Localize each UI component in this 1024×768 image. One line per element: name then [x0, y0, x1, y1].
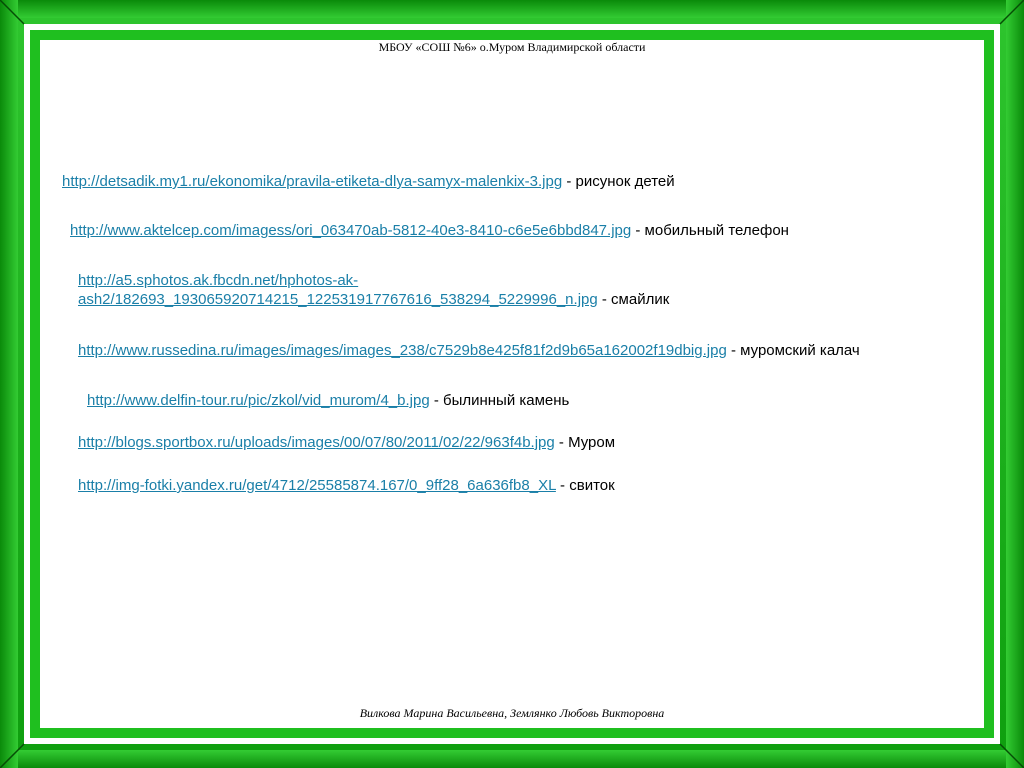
reference-link-3a[interactable]: http://a5.sphotos.ak.fbcdn.net/hphotos-a…: [78, 271, 669, 290]
slide-content: МБОУ «СОШ №6» о.Муром Владимирской облас…: [40, 40, 984, 728]
reference-link-1[interactable]: http://detsadik.my1.ru/ekonomika/pravila…: [62, 173, 562, 190]
reference-item-5: http://www.delfin-tour.ru/pic/zkol/vid_m…: [87, 391, 569, 410]
school-header: МБОУ «СОШ №6» о.Муром Владимирской облас…: [378, 40, 646, 54]
reference-item-4: http://www.russedina.ru/images/images/im…: [78, 341, 860, 360]
reference-desc-3: - смайлик: [597, 291, 670, 308]
reference-item-1: http://detsadik.my1.ru/ekonomika/pravila…: [62, 172, 675, 191]
reference-desc-2: - мобильный телефон: [631, 222, 789, 239]
authors-footer: Вилкова Марина Васильевна, Землянко Любо…: [359, 706, 665, 720]
reference-item-7: http://img-fotki.yandex.ru/get/4712/2558…: [78, 476, 615, 495]
reference-link-6[interactable]: http://blogs.sportbox.ru/uploads/images/…: [78, 434, 555, 451]
reference-desc-4: - муромский калач: [726, 342, 860, 359]
reference-item-2: http://www.aktelcep.com/imagess/ori_0634…: [70, 221, 789, 240]
reference-link-3b[interactable]: ash2/182693_193065920714215_122531917767…: [78, 291, 598, 308]
reference-desc-5: - былинный камень: [429, 392, 570, 409]
reference-item-3: http://a5.sphotos.ak.fbcdn.net/hphotos-a…: [78, 271, 669, 309]
reference-link-2[interactable]: http://www.aktelcep.com/imagess/ori_0634…: [70, 222, 631, 239]
reference-desc-6: - Муром: [554, 434, 616, 451]
reference-desc-7: - свиток: [555, 477, 615, 494]
reference-link-4[interactable]: http://www.russedina.ru/images/images/im…: [78, 342, 727, 359]
reference-item-6: http://blogs.sportbox.ru/uploads/images/…: [78, 433, 615, 452]
reference-link-7[interactable]: http://img-fotki.yandex.ru/get/4712/2558…: [78, 477, 556, 494]
reference-link-5[interactable]: http://www.delfin-tour.ru/pic/zkol/vid_m…: [87, 392, 430, 409]
reference-desc-1: - рисунок детей: [562, 173, 675, 190]
